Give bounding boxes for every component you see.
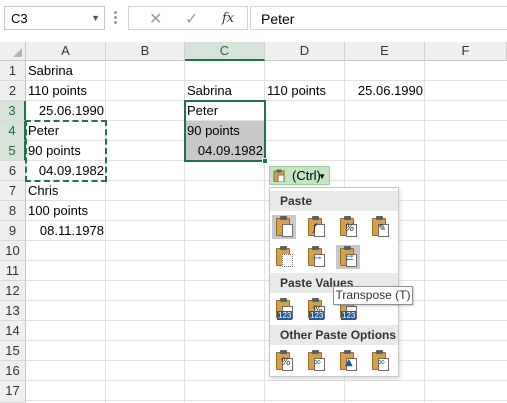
select-all-button[interactable] (0, 42, 26, 61)
section-other-paste-options: Other Paste Options (270, 325, 398, 345)
keep-column-widths-icon[interactable]: ↔ (304, 245, 328, 269)
row-header-16[interactable]: 16 (0, 361, 26, 381)
row-header-2[interactable]: 2 (0, 81, 26, 101)
formulas-number-formatting-icon[interactable]: % (336, 215, 360, 239)
column-header-a[interactable]: A (26, 42, 106, 61)
fill-handle[interactable] (262, 158, 268, 164)
column-header-d[interactable]: D (265, 42, 345, 61)
insert-function-icon[interactable]: fx (222, 11, 234, 26)
name-box[interactable]: C3 ▼ (4, 6, 105, 30)
column-header-e[interactable]: E (345, 42, 425, 61)
paste-link-icon[interactable]: ∞ (304, 349, 328, 373)
cell-a8[interactable]: 100 points (26, 201, 106, 221)
no-borders-icon[interactable] (272, 245, 296, 269)
cell-d2[interactable]: 110 points (265, 81, 345, 101)
check-icon[interactable]: ✓ (185, 9, 198, 29)
name-box-value: C3 (11, 11, 28, 26)
formula-value: Peter (261, 11, 295, 27)
formatting-icon[interactable]: % (272, 349, 296, 373)
selection-border (184, 100, 266, 162)
values-number-formatting-icon[interactable]: %123 (304, 297, 328, 321)
paste-icon[interactable] (272, 215, 296, 239)
chevron-down-icon[interactable]: ▼ (91, 13, 100, 23)
cell-c2[interactable]: Sabrina (185, 81, 265, 101)
transpose-icon[interactable]: ⇄ (336, 245, 360, 269)
cell-a9[interactable]: 08.11.1978 (26, 221, 106, 241)
row-header-15[interactable]: 15 (0, 341, 26, 361)
row-header-8[interactable]: 8 (0, 201, 26, 221)
formula-bar: C3 ▼ ✕ ✓ fx Peter (0, 0, 507, 36)
cell-a2[interactable]: 110 points (26, 81, 106, 101)
picture-icon[interactable]: ▲ (336, 349, 360, 373)
row-header-14[interactable]: 14 (0, 321, 26, 341)
paste-options-button[interactable]: (Ctrl) ▼ (269, 166, 330, 185)
keep-source-formatting-icon[interactable]: ✎ (368, 215, 392, 239)
cell-a3[interactable]: 25.06.1990 (26, 101, 106, 121)
cell-a7[interactable]: Chris (26, 181, 106, 201)
row-header-12[interactable]: 12 (0, 281, 26, 301)
row-header-11[interactable]: 11 (0, 261, 26, 281)
paste-options-label: (Ctrl) (292, 168, 321, 183)
transpose-tooltip: Transpose (T) (333, 286, 413, 305)
drag-handle-icon[interactable] (113, 9, 119, 27)
chevron-down-icon: ▼ (318, 172, 326, 181)
row-header-3[interactable]: 3 (0, 101, 26, 121)
paste-options-menu: Paste f % ✎ ↔ ⇄ Paste Values 123 %123 12… (269, 187, 399, 377)
cell-e2[interactable]: 25.06.1990 (345, 81, 425, 101)
close-icon[interactable]: ✕ (149, 9, 162, 29)
clipboard-icon (273, 169, 285, 182)
row-header-10[interactable]: 10 (0, 241, 26, 261)
formula-actions: ✕ ✓ fx (128, 6, 248, 30)
row-header-5[interactable]: 5 (0, 141, 26, 161)
formulas-icon[interactable]: f (304, 215, 328, 239)
row-header-9[interactable]: 9 (0, 221, 26, 241)
section-paste: Paste (270, 191, 398, 211)
cell-a1[interactable]: Sabrina (26, 61, 106, 81)
formula-input[interactable]: Peter (250, 6, 507, 30)
copy-marquee (25, 120, 107, 182)
values-icon[interactable]: 123 (272, 297, 296, 321)
column-header-b[interactable]: B (106, 42, 185, 61)
column-header-f[interactable]: F (425, 42, 507, 61)
column-header-c[interactable]: C (185, 42, 265, 61)
row-header-13[interactable]: 13 (0, 301, 26, 321)
linked-picture-icon[interactable]: ∞ (368, 349, 392, 373)
row-header-17[interactable]: 17 (0, 381, 26, 403)
row-header-7[interactable]: 7 (0, 181, 26, 201)
row-header-6[interactable]: 6 (0, 161, 26, 181)
row-header-4[interactable]: 4 (0, 121, 26, 141)
row-header-1[interactable]: 1 (0, 61, 26, 81)
